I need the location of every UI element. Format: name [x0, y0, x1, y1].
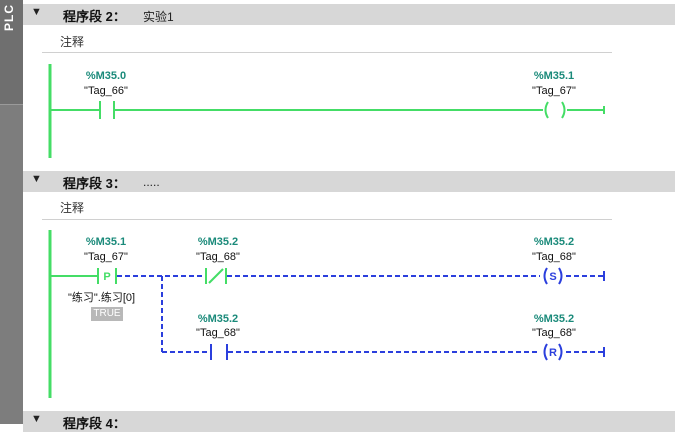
- reset-coil-tag[interactable]: "Tag_68": [514, 327, 594, 339]
- no-contact-address[interactable]: %M35.2: [178, 313, 258, 325]
- set-coil-address[interactable]: %M35.2: [514, 236, 594, 248]
- edge-memory-operand[interactable]: "练习".练习[0]: [68, 289, 135, 305]
- contact-tag[interactable]: "Tag_66": [66, 85, 146, 97]
- nc-contact-address[interactable]: %M35.2: [178, 236, 258, 248]
- reset-coil-address[interactable]: %M35.2: [514, 313, 594, 325]
- ladder-diagram: P S R: [48, 64, 605, 398]
- set-coil-m35-2[interactable]: S: [543, 267, 563, 285]
- p-symbol: P: [103, 271, 110, 283]
- coil-tag[interactable]: "Tag_67": [514, 85, 594, 97]
- no-contact-m35-0[interactable]: [99, 101, 115, 119]
- set-coil-tag[interactable]: "Tag_68": [514, 251, 594, 263]
- nc-contact-m35-2[interactable]: [205, 268, 227, 284]
- p-contact-tag[interactable]: "Tag_67": [66, 251, 146, 263]
- nc-contact-tag[interactable]: "Tag_68": [178, 251, 258, 263]
- set-symbol: S: [549, 271, 556, 283]
- no-contact-m35-2[interactable]: [210, 344, 228, 360]
- coil-m35-1[interactable]: [544, 101, 566, 119]
- p-contact-m35-1[interactable]: P: [97, 268, 117, 284]
- no-contact-tag[interactable]: "Tag_68": [178, 327, 258, 339]
- reset-symbol: R: [549, 347, 557, 359]
- status-badge: TRUE: [91, 307, 123, 321]
- p-contact-address[interactable]: %M35.1: [66, 236, 146, 248]
- contact-address[interactable]: %M35.0: [66, 70, 146, 82]
- coil-address[interactable]: %M35.1: [514, 70, 594, 82]
- reset-coil-m35-2[interactable]: R: [543, 343, 563, 361]
